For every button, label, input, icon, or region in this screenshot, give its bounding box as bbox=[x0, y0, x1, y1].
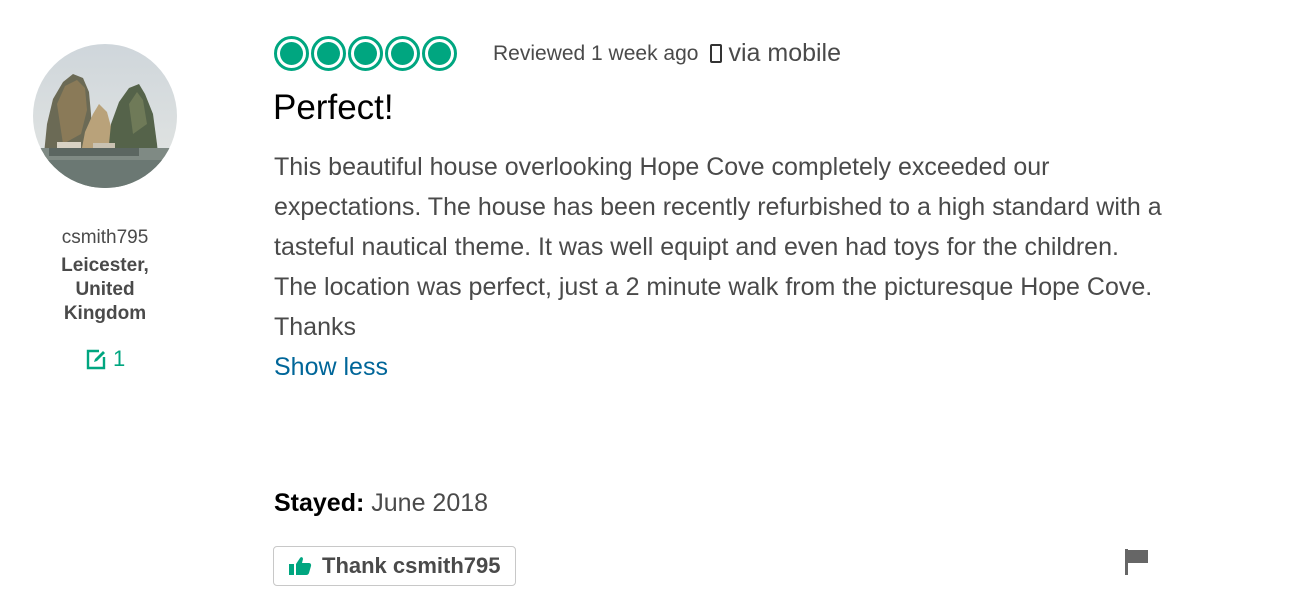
bubble-fill bbox=[317, 42, 340, 65]
flag-icon[interactable] bbox=[1124, 548, 1150, 576]
review-paragraph: This beautiful house overlooking Hope Co… bbox=[274, 153, 1162, 261]
show-less-link[interactable]: Show less bbox=[274, 353, 388, 381]
stay-date: Stayed: June 2018 bbox=[274, 489, 488, 518]
stayed-value: June 2018 bbox=[371, 489, 489, 517]
rating-bubble-icon bbox=[385, 36, 420, 71]
reviewer-location: Leicester, United Kingdom bbox=[61, 255, 149, 324]
edit-review-icon bbox=[85, 348, 107, 370]
avatar[interactable] bbox=[33, 44, 177, 188]
review-paragraph: Thanks bbox=[274, 313, 356, 341]
rating-bubble-icon bbox=[422, 36, 457, 71]
reviewer-username[interactable]: csmith795 bbox=[0, 227, 210, 249]
thank-button-label: Thank csmith795 bbox=[322, 553, 501, 578]
bubble-fill bbox=[280, 42, 303, 65]
rating-bubble-icon bbox=[274, 36, 309, 71]
bubble-fill bbox=[428, 42, 451, 65]
review-paragraph: The location was perfect, just a 2 minut… bbox=[274, 273, 1153, 301]
bubble-fill bbox=[391, 42, 414, 65]
review-meta: Reviewed 1 week ago via mobile bbox=[274, 36, 841, 71]
mobile-phone-icon bbox=[710, 44, 723, 63]
review-date: Reviewed 1 week ago bbox=[493, 41, 699, 65]
rating-bubble-icon bbox=[311, 36, 346, 71]
contributions-count[interactable]: 1 bbox=[85, 346, 125, 372]
review-body: This beautiful house overlooking Hope Co… bbox=[274, 147, 1194, 387]
review-title[interactable]: Perfect! bbox=[273, 88, 394, 128]
contributions-number: 1 bbox=[113, 346, 126, 371]
via-mobile-label: via mobile bbox=[728, 39, 842, 67]
rating-bubble-icon bbox=[348, 36, 383, 71]
bubble-rating bbox=[274, 36, 457, 71]
stayed-label: Stayed: bbox=[274, 489, 365, 517]
thank-reviewer-button[interactable]: Thank csmith795 bbox=[273, 546, 516, 586]
thumbs-up-icon bbox=[288, 556, 312, 576]
avatar-photo bbox=[33, 44, 177, 188]
bubble-fill bbox=[354, 42, 377, 65]
